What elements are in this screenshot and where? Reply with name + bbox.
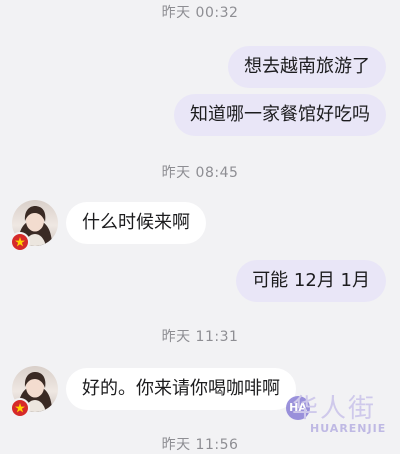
watermark-english: HUARENJIE [310, 422, 387, 435]
message-bubble-outgoing[interactable]: 知道哪一家餐馆好吃吗 [174, 94, 386, 136]
message-bubble-incoming[interactable]: 好的。你来请你喝咖啡啊 [66, 368, 296, 410]
message-bubble-outgoing[interactable]: 可能 12月 1月 [236, 260, 386, 302]
timestamp: 昨天 11:31 [161, 329, 239, 345]
watermark: HA 华人街 HUARENJIE [282, 388, 400, 442]
vietnam-flag-icon [10, 398, 30, 418]
watermark-chinese: 华人街 [292, 394, 377, 424]
message-bubble-outgoing[interactable]: 想去越南旅游了 [228, 46, 386, 88]
message-bubble-incoming[interactable]: 什么时候来啊 [66, 202, 206, 244]
vietnam-flag-icon [10, 232, 30, 252]
timestamp: 昨天 08:45 [161, 165, 239, 181]
timestamp: 昨天 00:32 [161, 5, 239, 21]
